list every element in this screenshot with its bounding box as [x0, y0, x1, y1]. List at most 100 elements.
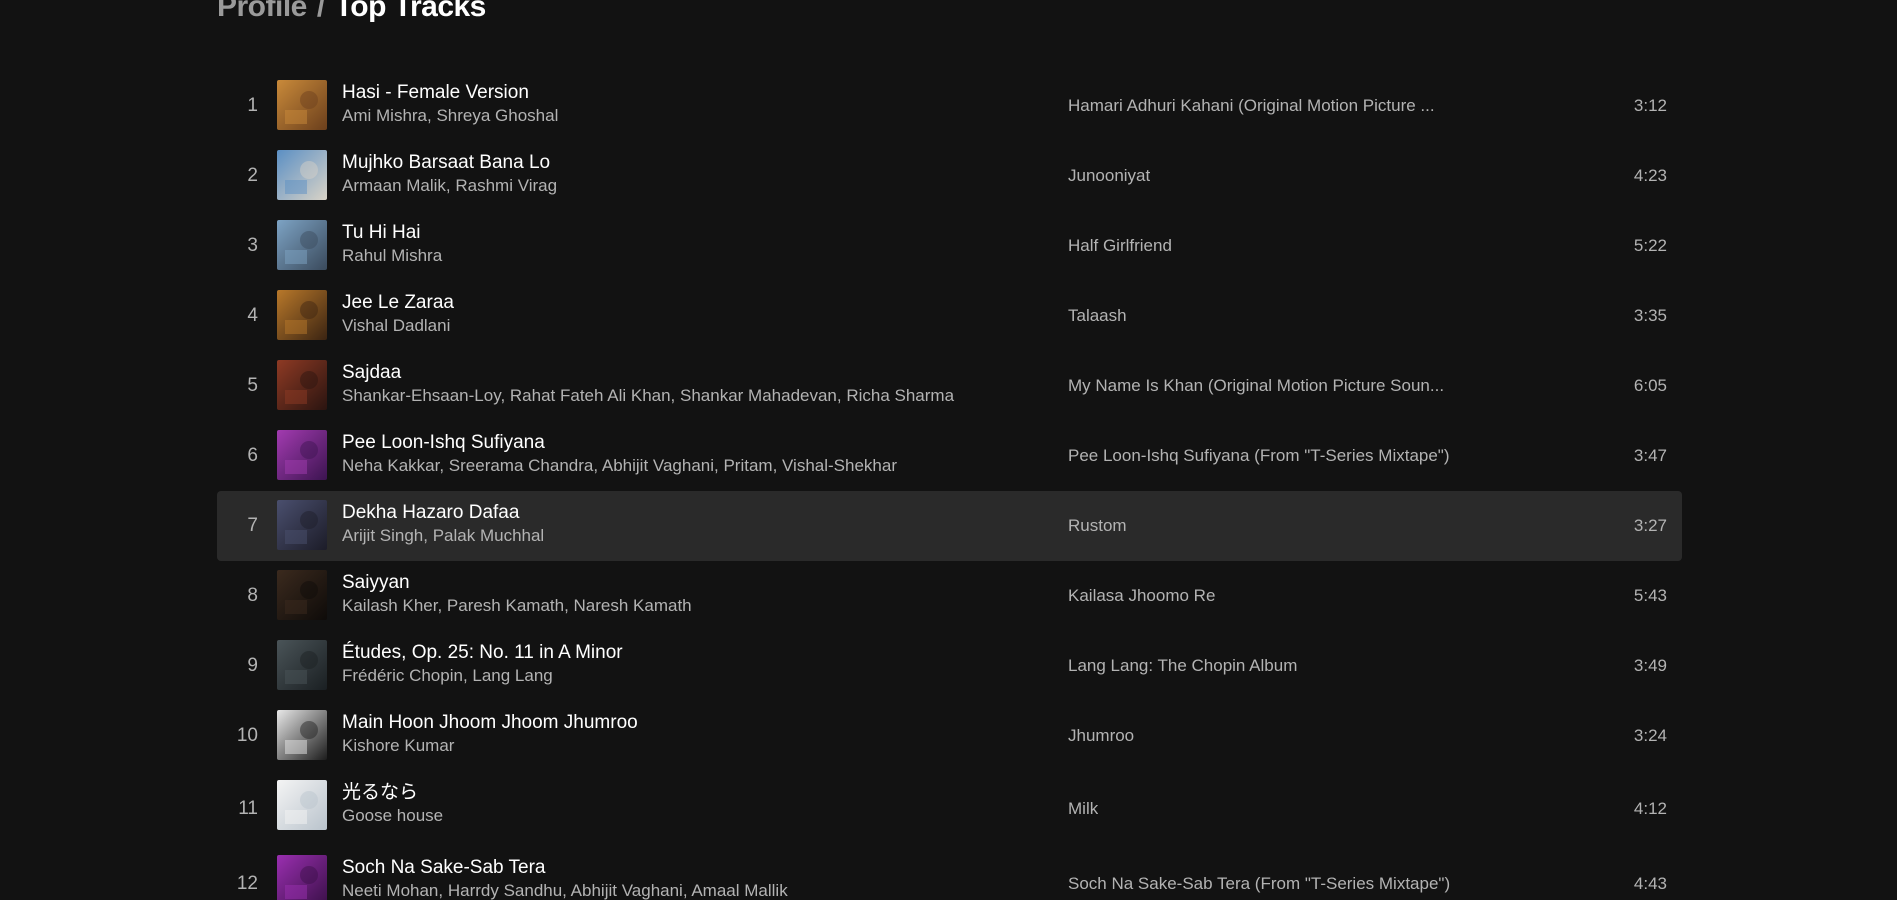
- album-art-image[interactable]: [277, 710, 327, 760]
- track-row[interactable]: 11 光るなら Goose house Milk 4:12: [217, 771, 1682, 846]
- track-album-label: Half Girlfriend: [1068, 236, 1172, 255]
- track-artists-link[interactable]: Goose house: [342, 805, 992, 827]
- track-row[interactable]: 3 Tu Hi Hai Rahul Mishra Half Girlfriend 5:2…: [217, 211, 1682, 281]
- track-duration: 3:35: [1633, 306, 1667, 325]
- track-artists-link[interactable]: Neeti Mohan, Harrdy Sandhu, Abhijit Vagh…: [342, 880, 992, 900]
- track-duration: 3:27: [1633, 516, 1667, 535]
- track-row[interactable]: 5 Sajdaa Shankar-Ehsaan-Loy, Rahat Fateh A…: [217, 351, 1682, 421]
- track-duration: 4:12: [1633, 798, 1667, 818]
- track-album-label: Lang Lang: The Chopin Album: [1068, 656, 1298, 675]
- track-info: Mujhko Barsaat Bana Lo Armaan Malik, Rash…: [342, 151, 992, 197]
- album-art-image[interactable]: [277, 640, 327, 690]
- track-album-link[interactable]: Pee Loon-Ishq Sufiyana (From "T-Series M…: [1068, 421, 1488, 491]
- track-album-label: Junooniyat: [1068, 166, 1151, 185]
- track-artists-link[interactable]: Kishore Kumar: [342, 735, 992, 757]
- track-album-label: Jhumroo: [1068, 726, 1135, 745]
- album-art-image[interactable]: [277, 80, 327, 130]
- track-title-link[interactable]: 光るなら: [342, 781, 992, 805]
- track-title-link[interactable]: Tu Hi Hai: [342, 221, 992, 245]
- track-album-link[interactable]: Rustom: [1068, 491, 1488, 561]
- track-artists-link[interactable]: Vishal Dadlani: [342, 315, 992, 337]
- track-album-link[interactable]: Junooniyat: [1068, 141, 1488, 211]
- track-info: Études, Op. 25: No. 11 in A Minor Frédéri…: [342, 641, 992, 687]
- track-info: Hasi - Female Version Ami Mishra, Shreya …: [342, 81, 992, 127]
- track-album-link[interactable]: My Name Is Khan (Original Motion Picture…: [1068, 351, 1488, 421]
- track-artists-link[interactable]: Arijit Singh, Palak Muchhal: [342, 525, 992, 547]
- track-album-link[interactable]: Talaash: [1068, 281, 1488, 351]
- track-album-link[interactable]: Lang Lang: The Chopin Album: [1068, 631, 1488, 701]
- track-row[interactable]: 9 Études, Op. 25: No. 11 in A Minor Frédér…: [217, 631, 1682, 701]
- track-row[interactable]: 2 Mujhko Barsaat Bana Lo Armaan Malik, Ras…: [217, 141, 1682, 211]
- track-number: 1: [247, 95, 258, 116]
- track-artists-link[interactable]: Neha Kakkar, Sreerama Chandra, Abhijit V…: [342, 455, 992, 477]
- album-art-image[interactable]: [277, 290, 327, 340]
- track-album-link[interactable]: Half Girlfriend: [1068, 211, 1488, 281]
- track-number: 6: [247, 445, 258, 466]
- track-row[interactable]: 4 Jee Le Zaraa Vishal Dadlani Talaash 3:35: [217, 281, 1682, 351]
- track-row[interactable]: 7 Dekha Hazaro Dafaa Arijit Singh, Palak M…: [217, 491, 1682, 561]
- track-artists-link[interactable]: Frédéric Chopin, Lang Lang: [342, 665, 992, 687]
- track-title-link[interactable]: Main Hoon Jhoom Jhoom Jhumroo: [342, 711, 992, 735]
- track-info: Pee Loon-Ishq Sufiyana Neha Kakkar, Sreer…: [342, 431, 992, 477]
- track-artists-link[interactable]: Ami Mishra, Shreya Ghoshal: [342, 105, 992, 127]
- track-album-link[interactable]: Jhumroo: [1068, 701, 1488, 771]
- page-title: Top Tracks: [334, 0, 487, 23]
- album-art-image[interactable]: [277, 220, 327, 270]
- track-artists-link[interactable]: Kailash Kher, Paresh Kamath, Naresh Kama…: [342, 595, 992, 617]
- track-row[interactable]: 6 Pee Loon-Ishq Sufiyana Neha Kakkar, Sree…: [217, 421, 1682, 491]
- page: Profile / Top Tracks 1 Hasi - Female Versio…: [0, 0, 1897, 900]
- track-title-link[interactable]: Hasi - Female Version: [342, 81, 992, 105]
- track-number: 9: [247, 655, 258, 676]
- track-number: 8: [247, 585, 258, 606]
- track-duration: 4:43: [1633, 873, 1667, 893]
- track-artists-link[interactable]: Armaan Malik, Rashmi Virag: [342, 175, 992, 197]
- track-duration: 3:12: [1633, 96, 1667, 115]
- track-row[interactable]: 10 Main Hoon Jhoom Jhoom Jhumroo Kishore K…: [217, 701, 1682, 771]
- album-art-image[interactable]: [277, 500, 327, 550]
- track-row[interactable]: 8 Saiyyan Kailash Kher, Paresh Kamath, Nar…: [217, 561, 1682, 631]
- track-album-link[interactable]: Kailasa Jhoomo Re: [1068, 561, 1488, 631]
- track-album-label: Kailasa Jhoomo Re: [1068, 586, 1216, 605]
- track-row[interactable]: 12 Soch Na Sake-Sab Tera Neeti Mohan, Harr…: [217, 846, 1682, 900]
- breadcrumb: Profile / Top Tracks: [217, 0, 486, 24]
- track-album-link[interactable]: Milk: [1068, 771, 1488, 846]
- track-album-label: Talaash: [1068, 306, 1127, 325]
- track-title-link[interactable]: Sajdaa: [342, 361, 992, 385]
- track-duration: 3:24: [1633, 726, 1667, 745]
- track-info: Dekha Hazaro Dafaa Arijit Singh, Palak Mu…: [342, 501, 992, 547]
- album-art-image[interactable]: [277, 855, 327, 900]
- track-title-link[interactable]: Études, Op. 25: No. 11 in A Minor: [342, 641, 992, 665]
- album-art-image[interactable]: [277, 780, 327, 830]
- track-title-link[interactable]: Mujhko Barsaat Bana Lo: [342, 151, 992, 175]
- track-album-link[interactable]: Hamari Adhuri Kahani (Original Motion Pi…: [1068, 71, 1488, 141]
- track-duration: 3:49: [1633, 656, 1667, 675]
- track-info: Main Hoon Jhoom Jhoom Jhumroo Kishore Kum…: [342, 711, 992, 757]
- track-title-link[interactable]: Dekha Hazaro Dafaa: [342, 501, 992, 525]
- album-art-image[interactable]: [277, 570, 327, 620]
- album-art-image[interactable]: [277, 430, 327, 480]
- track-title-link[interactable]: Jee Le Zaraa: [342, 291, 992, 315]
- track-album-label: Hamari Adhuri Kahani (Original Motion Pi…: [1068, 96, 1435, 115]
- track-number: 10: [236, 725, 258, 746]
- track-info: Saiyyan Kailash Kher, Paresh Kamath, Nare…: [342, 571, 992, 617]
- album-art-image[interactable]: [277, 360, 327, 410]
- track-artists-link[interactable]: Shankar-Ehsaan-Loy, Rahat Fateh Ali Khan…: [342, 385, 992, 407]
- track-title-link[interactable]: Soch Na Sake-Sab Tera: [342, 856, 992, 880]
- track-number: 11: [238, 797, 258, 819]
- track-info: 光るなら Goose house: [342, 781, 992, 827]
- track-title-link[interactable]: Pee Loon-Ishq Sufiyana: [342, 431, 992, 455]
- track-number: 3: [247, 235, 258, 256]
- track-duration: 4:23: [1633, 166, 1667, 185]
- breadcrumb-separator: /: [316, 0, 325, 23]
- track-number: 12: [236, 872, 258, 894]
- track-duration: 3:47: [1633, 446, 1667, 465]
- track-row[interactable]: 1 Hasi - Female Version Ami Mishra, Shreya…: [217, 71, 1682, 141]
- track-album-label: Soch Na Sake-Sab Tera (From "T-Series Mi…: [1068, 873, 1451, 893]
- track-album-link[interactable]: Soch Na Sake-Sab Tera (From "T-Series Mi…: [1068, 846, 1488, 900]
- album-art-image[interactable]: [277, 150, 327, 200]
- track-artists-link[interactable]: Rahul Mishra: [342, 245, 992, 267]
- track-album-label: My Name Is Khan (Original Motion Picture…: [1068, 376, 1445, 395]
- track-title-link[interactable]: Saiyyan: [342, 571, 992, 595]
- breadcrumb-profile-link[interactable]: Profile: [217, 0, 307, 23]
- track-album-label: Milk: [1068, 798, 1099, 818]
